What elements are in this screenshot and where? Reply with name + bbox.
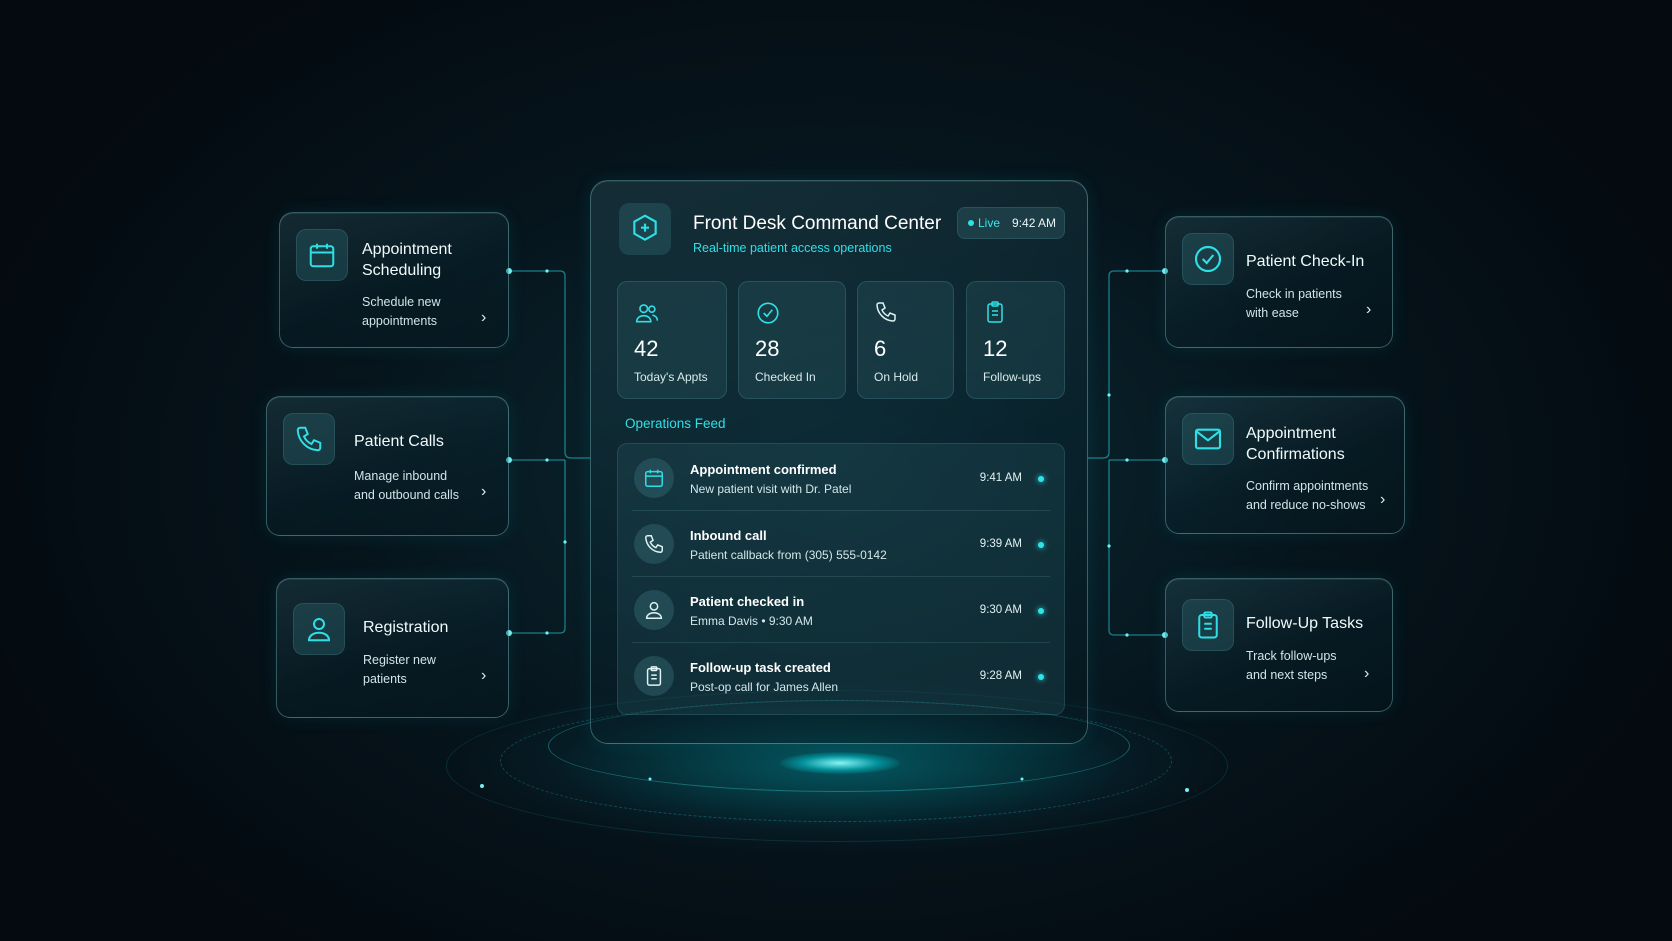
- user-icon: [634, 590, 674, 630]
- status-dot-icon: [1038, 608, 1044, 614]
- current-time: 9:42 AM: [1012, 216, 1057, 230]
- divider: [632, 510, 1050, 511]
- feed-item[interactable]: Appointment confirmed New patient visit …: [618, 444, 1064, 510]
- stat-value: 28: [755, 336, 780, 361]
- page-title: Front Desk Command Center: [693, 213, 942, 234]
- live-label: Live: [978, 216, 1001, 230]
- stat-label: Today's Appts: [634, 370, 708, 384]
- feed-item-title: Inbound call: [690, 528, 767, 543]
- check-circle-icon: [755, 300, 781, 331]
- operations-feed-title: Operations Feed: [625, 416, 726, 431]
- stat-value: 6: [874, 336, 887, 361]
- phone-icon: [874, 300, 898, 329]
- feed-item-title: Patient checked in: [690, 594, 805, 609]
- stat-todays-appts[interactable]: 42 Today's Appts: [617, 281, 727, 399]
- feed-item-time: 9:41 AM: [979, 472, 1022, 484]
- card-title: Appointment Scheduling: [362, 241, 452, 279]
- status-dot-icon: [1038, 476, 1044, 482]
- feed-item-time: 9:39 AM: [979, 538, 1022, 550]
- patient-calls-card[interactable]: Patient Calls Manage inbound and outbound…: [266, 396, 509, 536]
- feed-item-title: Appointment confirmed: [690, 462, 837, 477]
- card-description: Schedule new appointments: [362, 295, 441, 328]
- clipboard-icon: [1182, 599, 1234, 651]
- feed-item[interactable]: Inbound call Patient callback from (305)…: [618, 510, 1064, 576]
- card-title: Follow-Up Tasks: [1246, 615, 1364, 632]
- stat-checked-in[interactable]: 28 Checked In: [738, 281, 846, 399]
- user-icon: [293, 603, 345, 655]
- card-description: Check in patients with ease: [1246, 287, 1342, 320]
- phone-icon: [283, 413, 335, 465]
- phone-icon: [634, 524, 674, 564]
- dashboard-stage: Appointment Scheduling Schedule new appoin…: [0, 0, 1672, 941]
- clipboard-icon: [983, 300, 1007, 329]
- status-dot-icon: [1038, 674, 1044, 680]
- follow-up-tasks-card[interactable]: Follow-Up Tasks Track follow-ups and next…: [1165, 578, 1393, 712]
- card-title: Appointment Confirmations: [1246, 425, 1345, 463]
- clipboard-icon: [634, 656, 674, 696]
- page-subtitle: Real-time patient access operations: [693, 241, 892, 255]
- calendar-icon: [296, 229, 348, 281]
- card-description: Register new patients: [363, 653, 436, 686]
- appointment-scheduling-card[interactable]: Appointment Scheduling Schedule new appoin…: [279, 212, 509, 348]
- calendar-icon: [634, 458, 674, 498]
- check-circle-icon: [1182, 233, 1234, 285]
- feed-item[interactable]: Patient checked in Emma Davis • 9:30 AM …: [618, 576, 1064, 642]
- users-icon: [634, 300, 660, 331]
- operations-feed: Appointment confirmed New patient visit …: [617, 443, 1065, 715]
- envelope-icon: [1182, 413, 1234, 465]
- stat-follow-ups[interactable]: 12 Follow-ups: [966, 281, 1065, 399]
- feed-item-detail: Patient callback from (305) 555-0142: [690, 548, 887, 562]
- chevron-right-icon: ›: [481, 483, 487, 500]
- status-dot-icon: [1038, 542, 1044, 548]
- registration-card[interactable]: Registration Register new patients ›: [276, 578, 509, 718]
- card-description: Manage inbound and outbound calls: [354, 469, 459, 502]
- chevron-right-icon: ›: [1366, 301, 1372, 318]
- feed-item-time: 9:28 AM: [979, 670, 1022, 682]
- chevron-right-icon: ›: [1364, 665, 1370, 682]
- feed-item-title: Follow-up task created: [690, 660, 831, 675]
- feed-item-time: 9:30 AM: [979, 604, 1022, 616]
- chevron-right-icon: ›: [1380, 491, 1386, 508]
- divider: [632, 576, 1050, 577]
- appointment-confirmations-card[interactable]: Appointment Confirmations Confirm appoint…: [1165, 396, 1405, 534]
- patient-check-in-card[interactable]: Patient Check-In Check in patients with e…: [1165, 216, 1393, 348]
- live-dot-icon: [968, 220, 974, 226]
- stat-label: Follow-ups: [983, 370, 1042, 384]
- medical-cross-icon: [619, 203, 671, 255]
- card-title: Patient Check-In: [1246, 253, 1365, 270]
- command-center-panel: Front Desk Command Center Real-time pati…: [590, 180, 1088, 744]
- chevron-right-icon: ›: [481, 667, 487, 684]
- divider: [632, 642, 1050, 643]
- stat-label: Checked In: [755, 370, 816, 384]
- card-title: Registration: [363, 619, 449, 636]
- feed-item[interactable]: Follow-up task created Post-op call for …: [618, 642, 1064, 708]
- stat-on-hold[interactable]: 6 On Hold: [857, 281, 954, 399]
- stat-value: 12: [983, 336, 1008, 361]
- card-description: Track follow-ups and next steps: [1246, 649, 1337, 682]
- feed-item-detail: Post-op call for James Allen: [690, 680, 839, 694]
- feed-item-detail: New patient visit with Dr. Patel: [690, 482, 852, 496]
- live-status-badge: Live 9:42 AM: [957, 207, 1065, 239]
- card-title: Patient Calls: [354, 433, 444, 450]
- chevron-right-icon: ›: [481, 309, 487, 326]
- card-description: Confirm appointments and reduce no-shows: [1246, 479, 1369, 512]
- stat-label: On Hold: [874, 370, 919, 384]
- stat-value: 42: [634, 336, 659, 361]
- feed-item-detail: Emma Davis • 9:30 AM: [690, 614, 813, 628]
